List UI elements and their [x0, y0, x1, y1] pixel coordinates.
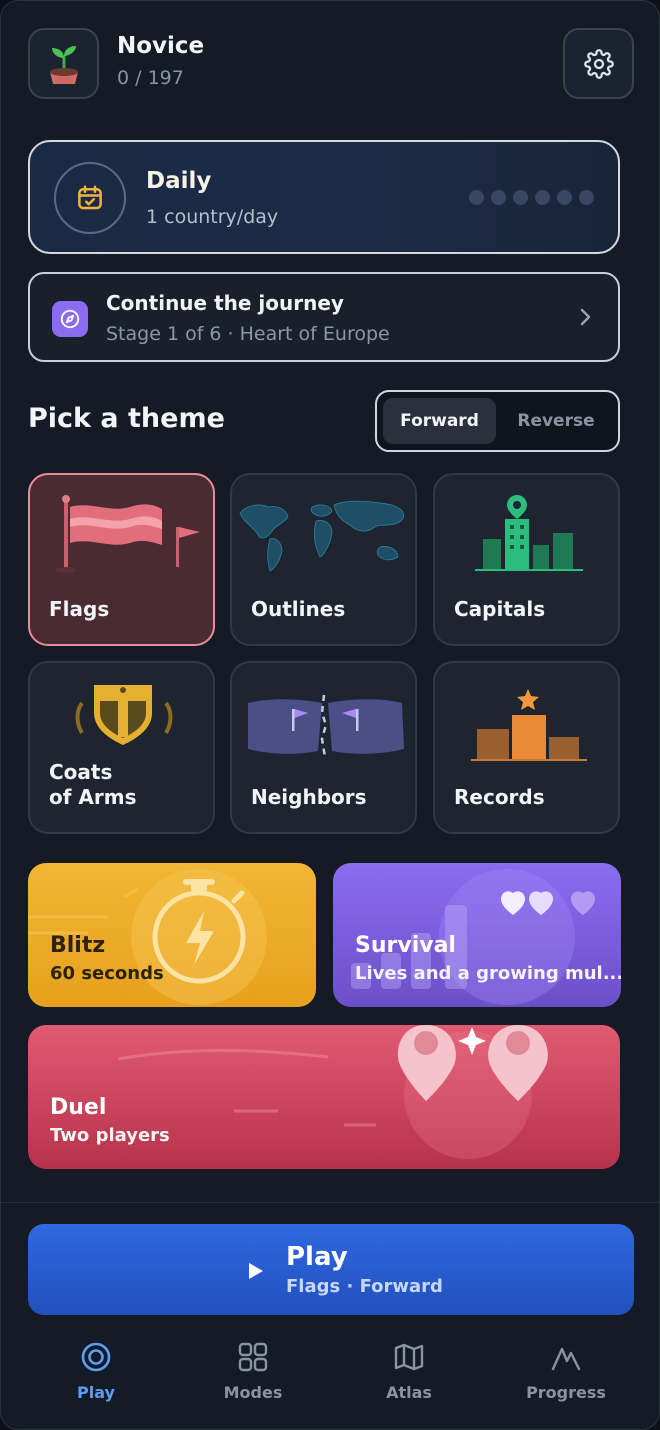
play-subtitle: Flags · Forward	[286, 1276, 443, 1297]
direction-reverse-option[interactable]: Reverse	[500, 398, 612, 444]
streak-dot	[535, 190, 550, 205]
nav-label: Atlas	[386, 1383, 432, 1402]
nav-item-play[interactable]: Play	[36, 1341, 156, 1402]
mode-subtitle: Two players	[50, 1125, 170, 1146]
theme-tile-flags[interactable]: Flags	[28, 473, 215, 646]
theme-label: Coats of Arms	[49, 760, 137, 809]
nav-item-progress[interactable]: Progress	[506, 1341, 626, 1402]
streak-dot	[557, 190, 572, 205]
calendar-check-icon	[78, 185, 102, 210]
theme-tile-outlines[interactable]: Outlines	[230, 473, 417, 646]
mode-card-duel[interactable]: Duel Two players	[28, 1025, 620, 1169]
daily-title: Daily	[146, 168, 212, 194]
app-screen: Novice 0 / 197 Daily 1 country/day Conti…	[0, 0, 660, 1430]
nav-label: Play	[77, 1383, 115, 1402]
neighbors-illustration	[248, 694, 404, 758]
streak-dot	[579, 190, 594, 205]
theme-tile-records[interactable]: Records	[433, 661, 620, 834]
mode-card-survival[interactable]: Survival Lives and a growing mul...	[333, 863, 621, 1007]
flags-illustration	[56, 495, 200, 573]
rank-avatar[interactable]	[28, 28, 99, 99]
mode-subtitle: 60 seconds	[50, 963, 164, 984]
continue-journey-card[interactable]: Continue the journey Stage 1 of 6 · Hear…	[28, 272, 620, 362]
dual-pins-illustration	[117, 1025, 548, 1159]
theme-label: Records	[454, 785, 545, 809]
nav-label: Modes	[223, 1383, 283, 1402]
mode-title: Duel	[50, 1095, 107, 1120]
daily-challenge-card[interactable]: Daily 1 country/day	[28, 140, 620, 254]
theme-label: Flags	[49, 597, 110, 621]
target-icon	[81, 1342, 111, 1372]
nav-item-atlas[interactable]: Atlas	[349, 1341, 469, 1402]
streak-dot	[513, 190, 528, 205]
play-label: Play	[286, 1242, 348, 1272]
streak-dot	[491, 190, 506, 205]
map-icon	[394, 1343, 424, 1371]
rank-title: Novice	[117, 33, 205, 59]
mode-title: Survival	[355, 933, 456, 958]
journey-subtitle: Stage 1 of 6 · Heart of Europe	[106, 323, 390, 345]
streak-dots	[469, 190, 594, 205]
compass-icon	[60, 309, 80, 329]
grid-icon	[238, 1342, 268, 1372]
mode-title: Blitz	[50, 933, 106, 958]
nav-label: Progress	[526, 1383, 606, 1402]
theme-tile-neighbors[interactable]: Neighbors	[230, 661, 417, 834]
gear-icon	[583, 48, 614, 79]
world-map-illustration	[239, 500, 405, 572]
compass-icon-badge	[52, 301, 88, 337]
shield-illustration	[75, 685, 173, 745]
direction-forward-option[interactable]: Forward	[383, 398, 496, 444]
journey-title: Continue the journey	[106, 291, 344, 315]
nav-item-modes[interactable]: Modes	[193, 1341, 313, 1402]
streak-dot	[469, 190, 484, 205]
daily-icon-badge	[54, 162, 126, 234]
sprout-icon	[49, 45, 78, 84]
theme-tile-capitals[interactable]: Capitals	[433, 473, 620, 646]
divider	[1, 1202, 659, 1203]
settings-button[interactable]	[563, 28, 634, 99]
chevron-right-icon	[580, 308, 591, 326]
city-skyline-illustration	[475, 495, 583, 571]
theme-label: Outlines	[251, 597, 346, 621]
play-icon	[249, 1263, 263, 1279]
section-title: Pick a theme	[28, 403, 225, 434]
theme-tile-coats-of-arms[interactable]: Coats of Arms	[28, 661, 215, 834]
rank-progress: 0 / 197	[117, 67, 184, 89]
daily-subtitle: 1 country/day	[146, 206, 279, 228]
mode-card-blitz[interactable]: Blitz 60 seconds	[28, 863, 316, 1007]
theme-label: Neighbors	[251, 785, 367, 809]
direction-toggle: Forward Reverse	[375, 390, 620, 452]
podium-illustration	[471, 689, 587, 761]
mountain-chart-icon	[551, 1347, 581, 1371]
mode-subtitle: Lives and a growing mul...	[355, 963, 621, 984]
theme-label: Capitals	[454, 597, 546, 621]
